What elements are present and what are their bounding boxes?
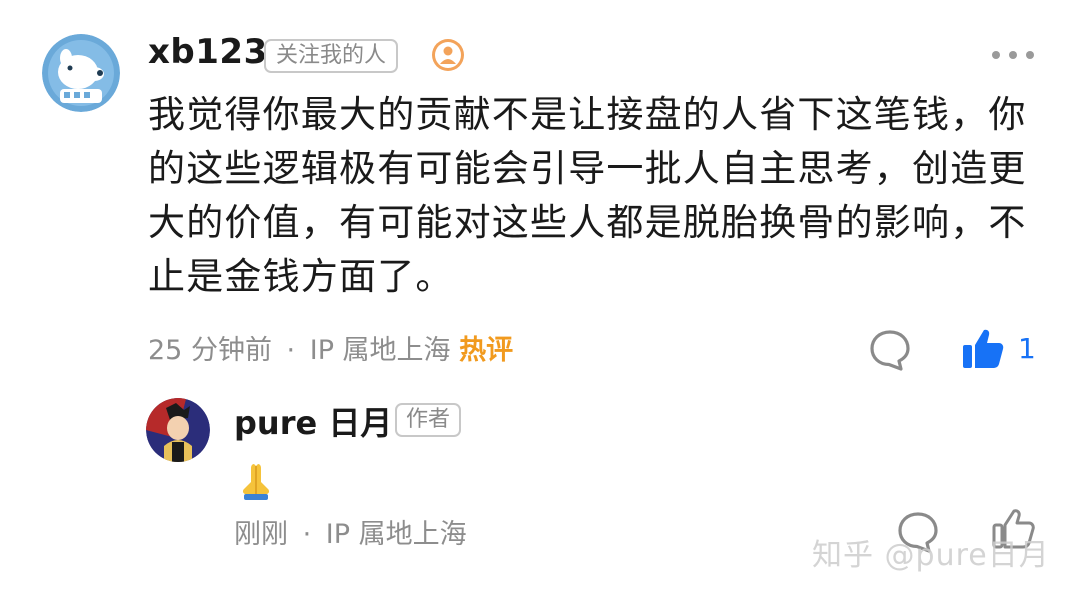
commenter-avatar[interactable] — [42, 34, 120, 112]
dog-avatar-icon — [42, 34, 120, 112]
reply-meta: 刚刚 · IP 属地上海 — [234, 512, 467, 551]
author-badge: 作者 — [395, 403, 462, 437]
reply-avatar[interactable] — [146, 398, 210, 462]
reply-time: 刚刚 — [234, 519, 288, 550]
comment-time: 25 分钟前 — [148, 335, 272, 366]
thumbs-up-icon[interactable] — [960, 326, 1006, 372]
like-count: 1 — [1018, 332, 1036, 365]
more-icon[interactable] — [990, 47, 1036, 63]
hot-comment-label: 热评 — [459, 335, 514, 366]
meta-separator: · — [302, 519, 312, 550]
anime-avatar-icon — [146, 398, 210, 462]
meta-separator: · — [286, 335, 296, 366]
comment-ip: IP 属地上海 — [309, 335, 451, 366]
commenter-username[interactable]: xb123 — [148, 32, 268, 72]
watermark: 知乎 @pure日月 — [812, 538, 1050, 573]
comment-text: 我觉得你最大的贡献不是让接盘的人省下这笔钱，你的这些逻辑极有可能会引导一批人自主… — [148, 93, 1027, 298]
reply-username[interactable]: pure 日月 — [234, 398, 392, 444]
comment-screen: xb123 关注我的人 我觉得你最大的贡献不是让接盘的人省下这笔钱，你的这些逻辑… — [0, 0, 1080, 598]
comment-meta: 25 分钟前 · IP 属地上海 热评 — [148, 328, 513, 367]
reply-ip: IP 属地上海 — [325, 519, 467, 550]
user-badge-icon — [431, 38, 465, 72]
follow-badge: 关注我的人 — [264, 39, 399, 73]
comment-bubble-icon[interactable] — [868, 328, 912, 372]
praying-hands-icon — [234, 458, 278, 502]
